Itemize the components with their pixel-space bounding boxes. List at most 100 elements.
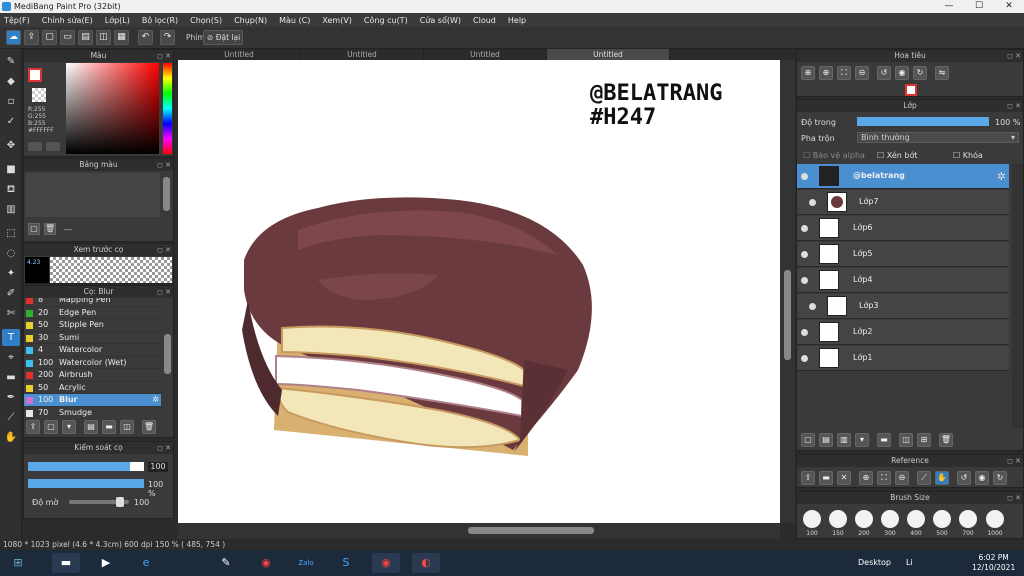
new-color-layer-icon[interactable]: ▤ bbox=[819, 433, 833, 447]
menu-tools[interactable]: Công cụ(T) bbox=[364, 16, 408, 25]
brush-item[interactable]: 200 Airbrush bbox=[24, 369, 161, 382]
layer-row[interactable]: Lớp5 bbox=[797, 242, 1009, 267]
panel-close-icon[interactable]: ◻ ✕ bbox=[157, 50, 171, 62]
zoom-out-icon[interactable]: ⊖ bbox=[855, 66, 869, 80]
select-pen2-icon[interactable]: ✐ bbox=[2, 285, 20, 302]
menu-select[interactable]: Chọn(S) bbox=[190, 16, 222, 25]
rotate-left-icon[interactable]: ↺ bbox=[877, 66, 891, 80]
undo-icon[interactable]: ↶ bbox=[138, 30, 153, 45]
layer-settings-gear-icon[interactable]: ✲ bbox=[997, 170, 1006, 183]
brush-item[interactable]: 70 Smudge bbox=[24, 407, 161, 419]
select-eraser-icon[interactable]: ✄ bbox=[2, 305, 20, 322]
menu-file[interactable]: Tệp(F) bbox=[4, 16, 30, 25]
rect-select-icon[interactable]: ⬚ bbox=[2, 225, 20, 242]
delete-palette-icon[interactable]: 🗑 bbox=[44, 223, 56, 235]
panel-close-icon[interactable]: ◻ ✕ bbox=[157, 244, 171, 256]
layer-row[interactable]: Lớp1 bbox=[797, 346, 1009, 371]
reference-rotate-left-icon[interactable]: ↺ bbox=[957, 471, 971, 485]
flip-icon[interactable]: ⇋ bbox=[935, 66, 949, 80]
reference-open-icon[interactable]: ⇪ bbox=[801, 471, 815, 485]
zoom-in-icon[interactable]: ⊕ bbox=[801, 66, 815, 80]
layer-row[interactable]: Lớp2 bbox=[797, 320, 1009, 345]
palette-scrollbar[interactable] bbox=[163, 177, 170, 211]
new-halftone-layer-icon[interactable]: ▥ bbox=[837, 433, 851, 447]
visibility-eye-icon[interactable] bbox=[801, 329, 808, 336]
visibility-eye-icon[interactable] bbox=[801, 355, 808, 362]
eraser-icon[interactable]: ◆ bbox=[2, 73, 20, 90]
divide-icon[interactable]: ▬ bbox=[2, 369, 20, 386]
medibang-taskbar-icon[interactable]: ◐ bbox=[412, 553, 440, 573]
visibility-eye-icon[interactable] bbox=[809, 303, 816, 310]
reference-rotate-reset-icon[interactable]: ◉ bbox=[975, 471, 989, 485]
reset-button[interactable]: ⊘ Đặt lại bbox=[203, 30, 243, 45]
merge-layer-icon[interactable]: ⊞ bbox=[917, 433, 931, 447]
display-icon[interactable]: ▤ bbox=[78, 30, 93, 45]
brush-size-preset[interactable]: 400 bbox=[905, 510, 927, 537]
panel-close-icon[interactable]: ◻ ✕ bbox=[1007, 455, 1021, 467]
hand-icon[interactable]: ✋ bbox=[2, 429, 20, 446]
reference-zoom-in-icon[interactable]: ⊕ bbox=[859, 471, 873, 485]
visibility-eye-icon[interactable] bbox=[801, 277, 808, 284]
reference-fit-icon[interactable]: ⛶ bbox=[877, 471, 891, 485]
palette-swatch-area[interactable] bbox=[26, 173, 160, 217]
brush-item[interactable]: 8 Mapping Pen bbox=[24, 298, 161, 307]
brush-list-scrollbar[interactable] bbox=[164, 334, 171, 374]
panel-close-icon[interactable]: ◻ ✕ bbox=[157, 286, 171, 298]
layer-folder-icon[interactable]: ▬ bbox=[877, 433, 891, 447]
fit-icon[interactable]: ⛶ bbox=[837, 66, 851, 80]
menu-help[interactable]: Help bbox=[508, 16, 526, 25]
skype-icon[interactable]: S bbox=[332, 553, 360, 573]
brush-item[interactable]: 30 Sumi bbox=[24, 332, 161, 344]
layer-row[interactable]: Lớp4 bbox=[797, 268, 1009, 293]
brush-folder-icon[interactable]: ▬ bbox=[102, 420, 116, 434]
grid-icon[interactable]: ▦ bbox=[114, 30, 129, 45]
pen-icon[interactable]: ✒ bbox=[2, 389, 20, 406]
gradient-icon[interactable]: ▥ bbox=[2, 201, 20, 218]
background-color-swatch[interactable] bbox=[32, 88, 46, 102]
brush-duplicate-icon[interactable]: ◫ bbox=[120, 420, 134, 434]
select-pen-icon[interactable]: ✓ bbox=[2, 113, 20, 130]
reference-eyedropper-icon[interactable]: ⟋ bbox=[917, 471, 931, 485]
reference-close-icon[interactable]: ✕ bbox=[837, 471, 851, 485]
brush-add-icon[interactable]: ▾ bbox=[62, 420, 76, 434]
brush-item[interactable]: 50 Acrylic bbox=[24, 382, 161, 394]
horizontal-scrollbar[interactable] bbox=[468, 527, 594, 534]
drawing-canvas[interactable]: @BELATRANG #H247 bbox=[178, 60, 780, 523]
reference-folder-icon[interactable]: ▬ bbox=[819, 471, 833, 485]
zalo-icon[interactable]: Zalo bbox=[292, 553, 320, 573]
zoom-in-2-icon[interactable]: ⊕ bbox=[819, 66, 833, 80]
visibility-eye-icon[interactable] bbox=[801, 225, 808, 232]
eyedropper-icon[interactable]: ⟋ bbox=[2, 409, 20, 426]
file-explorer-icon[interactable]: ▬ bbox=[52, 553, 80, 573]
panel-close-icon[interactable]: ◻ ✕ bbox=[157, 159, 171, 171]
duplicate-layer-icon[interactable]: ◫ bbox=[899, 433, 913, 447]
start-button-icon[interactable]: ⊞ bbox=[4, 553, 32, 573]
chrome-icon[interactable]: ◉ bbox=[252, 553, 280, 573]
brush-size-slider[interactable] bbox=[28, 462, 144, 471]
visibility-eye-icon[interactable] bbox=[809, 199, 816, 206]
internet-explorer-icon[interactable]: e bbox=[132, 553, 160, 573]
menu-edit[interactable]: Chỉnh sửa(E) bbox=[42, 16, 93, 25]
layer-row[interactable]: Lớp6 bbox=[797, 216, 1009, 241]
brush-opacity-slider[interactable] bbox=[28, 479, 144, 488]
panel-close-icon[interactable]: ◻ ✕ bbox=[1007, 492, 1021, 504]
brush-cloud-icon[interactable]: ⇪ bbox=[26, 420, 40, 434]
rotate-reset-icon[interactable]: ◉ bbox=[895, 66, 909, 80]
move-icon[interactable]: ✥ bbox=[2, 137, 20, 154]
brush-settings-gear-icon[interactable]: ✲ bbox=[152, 394, 159, 407]
menu-capture[interactable]: Chụp(N) bbox=[234, 16, 267, 25]
comment-icon[interactable]: ▭ bbox=[60, 30, 75, 45]
menu-layer[interactable]: Lớp(L) bbox=[105, 16, 130, 25]
brush-item[interactable]: 20 Edge Pen bbox=[24, 307, 161, 319]
brush-size-preset[interactable]: 150 bbox=[827, 510, 849, 537]
brush-size-value[interactable]: 100 bbox=[148, 462, 168, 472]
protect-alpha-checkbox[interactable]: ☐ Bảo vệ alpha bbox=[803, 151, 865, 160]
media-player-icon[interactable]: ▶ bbox=[92, 553, 120, 573]
brush-item[interactable]: 50 Stipple Pen bbox=[24, 319, 161, 332]
color-mode-icon[interactable] bbox=[28, 142, 42, 151]
tab-document-2[interactable]: Untitled bbox=[301, 49, 424, 60]
menu-filter[interactable]: Bộ lọc(R) bbox=[142, 16, 178, 25]
layer-row-folder[interactable]: @belatrang ✲ bbox=[797, 164, 1009, 189]
new-file-icon[interactable]: ▢ bbox=[42, 30, 57, 45]
language-indicator[interactable]: Li bbox=[906, 558, 913, 567]
